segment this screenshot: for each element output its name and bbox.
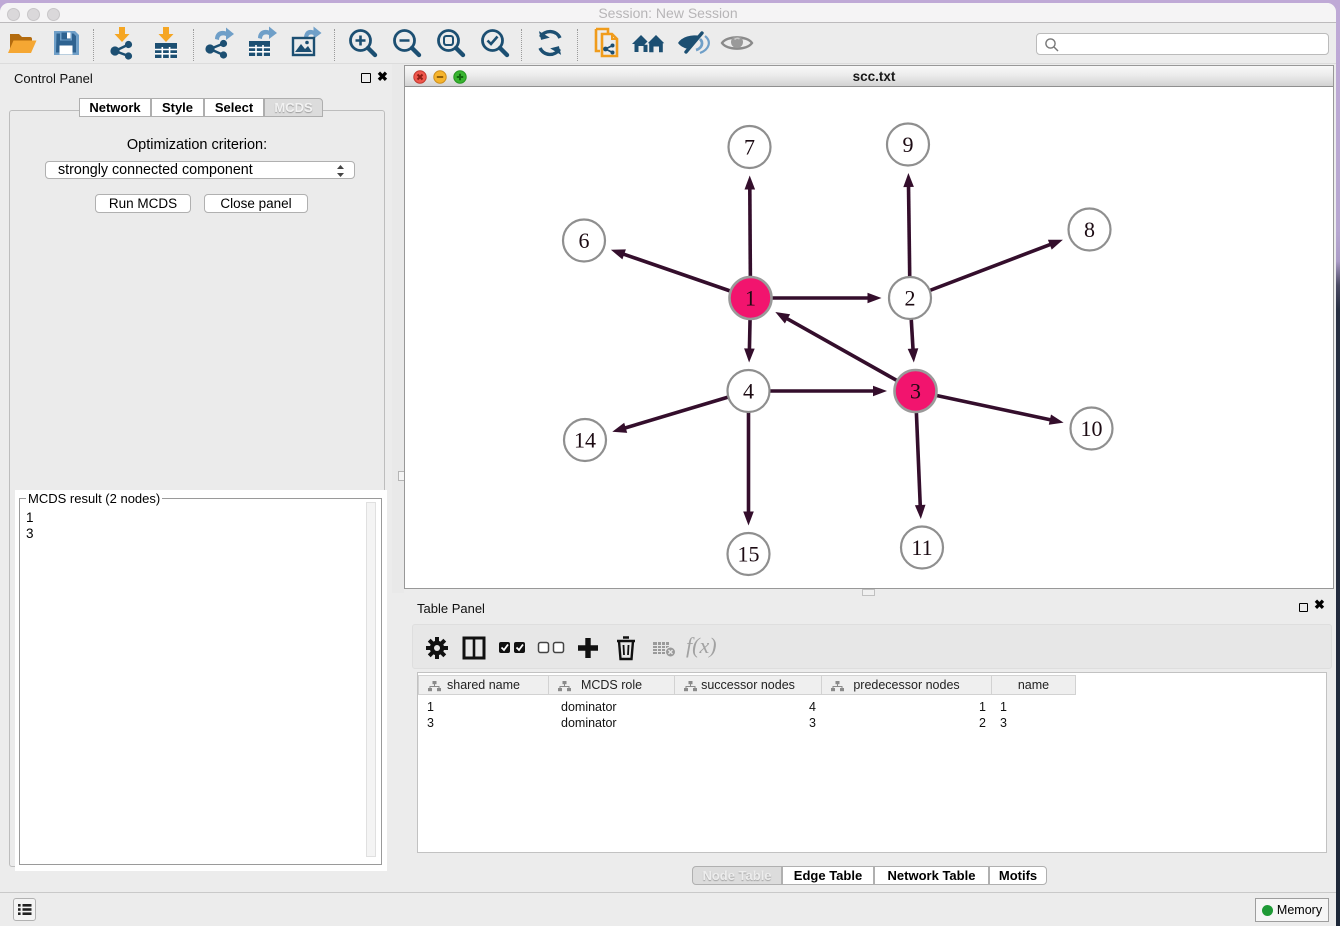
- svg-text:1: 1: [745, 286, 756, 311]
- svg-text:11: 11: [911, 535, 932, 560]
- svg-text:14: 14: [574, 428, 596, 453]
- svg-text:7: 7: [744, 135, 755, 160]
- svg-text:2: 2: [905, 286, 916, 311]
- svg-text:4: 4: [743, 379, 754, 404]
- svg-text:10: 10: [1081, 416, 1103, 441]
- svg-text:15: 15: [738, 542, 760, 567]
- svg-text:9: 9: [903, 132, 914, 157]
- svg-text:8: 8: [1084, 217, 1095, 242]
- svg-text:3: 3: [910, 379, 921, 404]
- svg-text:6: 6: [579, 228, 590, 253]
